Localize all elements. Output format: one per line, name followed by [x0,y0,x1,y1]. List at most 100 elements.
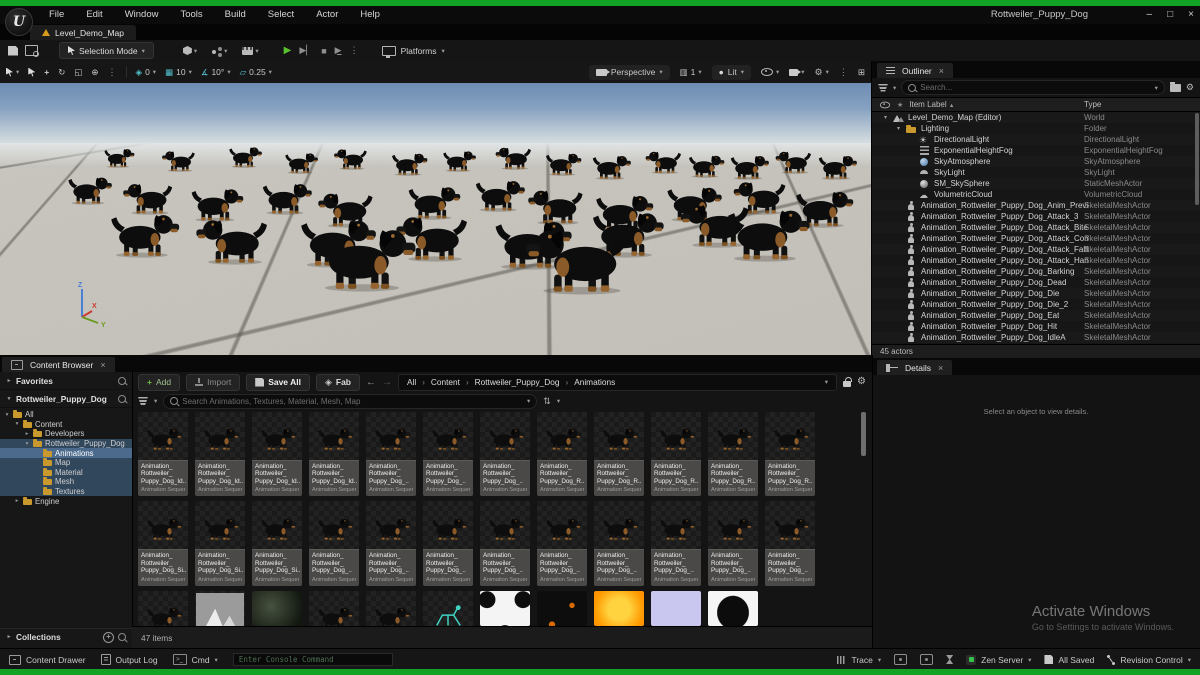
asset-tile[interactable] [651,590,701,626]
chevron-down-icon[interactable]: ▾ [154,397,157,405]
platforms-dropdown[interactable]: Platforms ▾ [381,45,445,58]
breadcrumb-chevron-icon[interactable]: ▾ [825,378,828,386]
tree-chevron-icon[interactable]: ▸ [24,431,30,437]
asset-tile[interactable]: Animation_ Rottweiler_ Puppy_Dog_Id.. Ani… [309,412,359,497]
asset-tile[interactable] [252,590,302,626]
chevron-down-icon[interactable]: ▾ [895,125,902,132]
rottweiler-puppy-actor[interactable] [814,152,859,180]
viewport-scene[interactable]: Z X Y [0,83,871,355]
folder-developers[interactable]: ▸ Developers [0,429,132,439]
world-coord-icon[interactable]: ⊕ [91,67,98,78]
outliner-row[interactable]: ▾ Level_Demo_Map (Editor) World [872,112,1200,123]
asset-tile[interactable] [366,590,416,626]
save-level-icon[interactable] [8,45,18,56]
record-icon[interactable] [920,654,934,665]
asset-tile[interactable]: Animation_ Rottweiler_ Puppy_Dog_.. Anima… [765,501,815,586]
rotate-tool-icon[interactable]: ↻ [58,67,65,78]
tab-level-demo-map[interactable]: Level_Demo_Map [30,25,136,40]
viewport-kebab-icon[interactable]: ⋮ [839,67,848,78]
maximize-button[interactable]: □ [1167,6,1173,24]
asset-search-box[interactable]: ▾ [163,393,538,409]
asset-tile[interactable] [309,590,359,626]
chevron-right-icon[interactable]: ▸ [6,634,12,640]
add-collection-icon[interactable]: + [103,631,114,643]
menu-help[interactable]: Help [349,6,391,24]
rottweiler-puppy-actor[interactable] [256,179,314,215]
rottweiler-puppy-actor[interactable] [387,150,429,176]
folder-all[interactable]: ▾ All [0,410,132,420]
asset-tile[interactable] [537,590,587,626]
rottweiler-puppy-actor[interactable] [63,173,114,205]
minimize-button[interactable]: – [1147,6,1153,24]
folder-rottweiler-puppy-dog[interactable]: ▾ Rottweiler_Puppy_Dog [0,438,132,449]
surface-snap-dropdown[interactable]: ◈ 0 ▾ [136,67,157,78]
zen-server-dropdown[interactable]: Zen Server ▾ [966,654,1031,665]
asset-tile[interactable]: Animation_ Rottweiler_ Puppy_Dog_R.. Anim… [765,412,815,497]
rottweiler-puppy-actor[interactable] [194,213,277,265]
cinematics-dropdown[interactable]: ▾ [242,46,259,55]
outliner-row[interactable]: SM_SkySphere StaticMeshActor [872,178,1200,189]
asset-tile[interactable]: Animation_ Rottweiler_ Puppy_Dog_R.. Anim… [594,412,644,497]
project-root-section[interactable]: ▾ Rottweiler_Puppy_Dog [0,390,132,408]
chevron-down-icon[interactable]: ▾ [893,84,896,92]
viewport-settings-dropdown[interactable]: ⚙ ▾ [815,67,829,77]
asset-tile[interactable]: Animation_ Rottweiler_ Puppy_Dog_Si.. Ani… [138,501,188,586]
asset-tile[interactable]: Animation_ Rottweiler_ Puppy_Dog_.. Anima… [480,501,530,586]
add-button[interactable]: + Add [138,373,181,391]
close-icon[interactable]: × [938,363,943,373]
create-folder-icon[interactable] [1169,81,1181,92]
folder-engine[interactable]: ▸ Engine [0,496,132,506]
outliner-row[interactable]: Animation_Rottweiler_Puppy_Dog_IdleA Skel… [872,332,1200,343]
outliner-row[interactable]: Animation_Rottweiler_Puppy_Dog_Attack_Co… [872,233,1200,244]
menu-build[interactable]: Build [214,6,257,24]
chevron-down-icon[interactable]: ▾ [882,114,889,121]
asset-tile[interactable]: Animation_ Rottweiler_ Puppy_Dog_.. Anima… [366,412,416,497]
rottweiler-puppy-actor[interactable] [225,144,263,168]
asset-tile[interactable]: Animation_ Rottweiler_ Puppy_Dog_Id.. Ani… [138,412,188,497]
scale-tool-icon[interactable]: ◱ [74,67,82,78]
fab-button[interactable]: ◈ Fab [315,373,360,391]
close-button[interactable]: × [1188,6,1194,24]
outliner-row[interactable]: SkyAtmosphere SkyAtmosphere [872,156,1200,167]
rottweiler-puppy-actor[interactable] [439,148,477,172]
asset-tile[interactable]: Animation_ Rottweiler_ Puppy_Dog_.. Anima… [423,412,473,497]
maximize-viewport-icon[interactable]: ⊞ [858,67,865,78]
breadcrumb-rottweiler-puppy-dog[interactable]: Rottweiler_Puppy_Dog [475,377,560,387]
folder-animations[interactable]: Animations [0,448,132,458]
folder-content[interactable]: ▾ Content [0,419,132,430]
pin-column-icon[interactable]: ★ [897,101,903,109]
trace-dropdown[interactable]: Trace ▾ [837,655,881,665]
frame-skip-button[interactable]: ▶▏ [299,45,313,56]
collections-section[interactable]: ▸ Collections + [0,628,132,645]
play-options-kebab-icon[interactable]: ⋮ [350,45,359,56]
hourglass-icon[interactable] [946,655,954,664]
chevron-right-icon[interactable]: ▸ [6,378,12,384]
blueprints-dropdown[interactable]: ▾ [212,46,227,55]
outliner-row[interactable]: Animation_Rottweiler_Puppy_Dog_Anim_Prev… [872,200,1200,211]
outliner-row[interactable]: Animation_Rottweiler_Puppy_Dog_Dead Skele… [872,277,1200,288]
tool-kebab-icon[interactable]: ⋮ [108,67,117,78]
asset-tile[interactable] [195,590,245,626]
tab-outliner[interactable]: Outliner × [877,63,954,78]
asset-tile[interactable]: Animation_ Rottweiler_ Puppy_Dog_Si.. Ani… [195,501,245,586]
asset-tile[interactable] [138,590,188,626]
view-mode-dropdown[interactable]: ● Lit ▾ [711,64,751,80]
chevron-down-icon[interactable]: ▾ [1155,84,1158,92]
selection-mode-dropdown[interactable]: Selection Mode ▾ [59,42,154,59]
save-all-button[interactable]: Save All [246,373,310,391]
lock-icon[interactable] [843,376,852,387]
back-icon[interactable]: ← [366,377,376,388]
asset-tile[interactable]: Animation_ Rottweiler_ Puppy_Dog_.. Anima… [309,501,359,586]
chevron-down-icon[interactable]: ▾ [6,396,12,402]
breadcrumb-all[interactable]: All [407,377,416,387]
menu-file[interactable]: File [38,6,75,24]
tab-details[interactable]: Details × [877,360,953,375]
outliner-row[interactable]: ☀ DirectionalLight DirectionalLight [872,134,1200,145]
outliner-row[interactable]: ExponentialHeightFog ExponentialHeightFog [872,145,1200,156]
visibility-column-icon[interactable] [879,101,891,108]
asset-tile[interactable]: Animation_ Rottweiler_ Puppy_Dog_R.. Anim… [708,412,758,497]
tab-content-browser[interactable]: Content Browser × [2,357,115,372]
menu-select[interactable]: Select [257,6,305,24]
rottweiler-puppy-actor[interactable] [541,150,583,176]
outliner-row[interactable]: Animation_Rottweiler_Puppy_Dog_Eat Skelet… [872,310,1200,321]
